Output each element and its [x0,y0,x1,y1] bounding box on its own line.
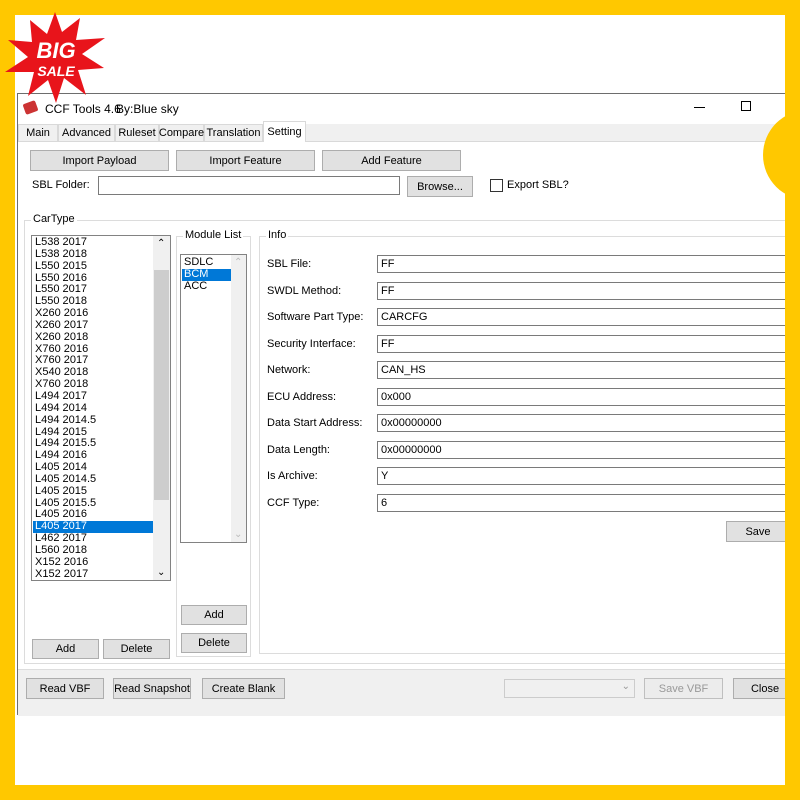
info-label: Data Start Address: [267,417,363,429]
frame: CCF Tools 4.6 By:Blue sky Main Advanced Ru… [15,15,785,785]
info-label: Data Length: [267,443,330,456]
cartype-item[interactable]: L405 2015 [33,485,154,498]
close-button[interactable]: Close [733,678,785,699]
read-snapshot-button[interactable]: Read Snapshot [113,678,191,699]
info-label: ECU Address: [267,390,337,403]
window-author: By:Blue sky [116,102,179,116]
cartype-delete-button[interactable]: Delete [103,639,170,659]
cartype-item[interactable]: X152 2017 [33,568,154,580]
info-title: Info [266,229,289,241]
create-blank-button[interactable]: Create Blank [202,678,285,699]
cartype-item[interactable]: L550 2015 [33,260,154,273]
badge-line1: BIG [36,38,75,63]
cartype-listbox[interactable]: L538 2017 L538 2018 L550 2015 L550 2016 L550… [31,235,171,581]
read-vbf-button[interactable]: Read VBF [26,678,104,699]
module-delete-button[interactable]: Delete [181,633,247,653]
info-field-input[interactable]: 6 [377,493,785,512]
info-label: Software Part Type: [267,311,364,323]
vbf-combo[interactable]: ⌄ [504,679,635,698]
sbl-folder-input[interactable] [98,176,400,195]
info-label: Network: [267,364,311,376]
info-label: SWDL Method: [267,284,342,297]
tab-translation[interactable]: Translation [204,124,263,142]
maximize-icon[interactable] [741,101,751,111]
tab-ruleset[interactable]: Ruleset [115,124,159,142]
cartype-item[interactable]: L494 2014 [33,402,154,415]
module-list-title: Module List [183,229,244,241]
info-field-input[interactable]: CAN_HS [377,361,785,379]
module-listbox[interactable]: SDLC BCM ACC ⌃ ⌄ [180,254,247,543]
info-field-input[interactable]: 0x00000000 [377,414,785,432]
cartype-item[interactable]: L560 2018 [33,544,154,557]
info-label: SBL File: [267,258,312,270]
info-save-button[interactable]: Save [726,521,785,542]
info-label: CCF Type: [267,496,320,509]
info-field-input[interactable]: FF [377,255,785,273]
tab-advanced[interactable]: Advanced [58,124,115,142]
export-sbl-checkbox[interactable] [490,179,503,192]
app-window: CCF Tools 4.6 By:Blue sky Main Advanced Ru… [17,93,785,716]
scroll-thumb[interactable] [154,270,169,500]
cartype-title: CarType [31,213,77,225]
scroll-down-icon[interactable]: ⌄ [157,567,165,578]
module-item[interactable]: ACC [182,280,232,293]
info-field-input[interactable]: FF [377,334,785,353]
big-sale-badge: BIG SALE [0,10,110,105]
module-scrollbar[interactable]: ⌃ ⌄ [231,255,246,542]
scroll-up-icon[interactable]: ⌃ [157,238,165,249]
minimize-icon[interactable] [694,107,705,108]
add-feature-button[interactable]: Add Feature [322,150,461,171]
info-field-input[interactable]: FF [377,281,785,300]
info-label: Is Archive: [267,470,318,482]
export-sbl-label: Export SBL? [507,179,569,191]
cartype-scrollbar[interactable]: ⌃ ⌄ [153,236,170,580]
import-feature-button[interactable]: Import Feature [176,150,315,171]
info-field-input[interactable]: 0x000 [377,387,785,406]
browse-button[interactable]: Browse... [407,176,473,197]
cartype-item[interactable]: X260 2018 [33,331,154,344]
badge-line2: SALE [37,63,75,79]
import-payload-button[interactable]: Import Payload [30,150,169,171]
chevron-down-icon: ⌄ [621,681,630,692]
module-item[interactable]: BCM [182,268,232,281]
cartype-item[interactable]: X260 2017 [33,319,154,332]
info-label: Security Interface: [267,337,356,350]
info-field-input[interactable]: 0x00000000 [377,440,785,459]
info-field-input[interactable]: CARCFG [377,308,785,326]
info-field-input[interactable]: Y [377,467,785,485]
sbl-folder-label: SBL Folder: [32,179,90,191]
tab-compare[interactable]: Compare [159,124,204,142]
cartype-item[interactable]: X152 2016 [33,556,154,569]
cartype-item[interactable]: L538 2018 [33,248,154,261]
cartype-add-button[interactable]: Add [32,639,99,659]
cartype-item[interactable]: L494 2014.5 [33,414,154,427]
cartype-item[interactable]: L405 2014.5 [33,473,154,486]
module-add-button[interactable]: Add [181,605,247,625]
tab-main[interactable]: Main [18,124,58,142]
tab-setting[interactable]: Setting [263,121,306,142]
save-vbf-button[interactable]: Save VBF [644,678,723,699]
